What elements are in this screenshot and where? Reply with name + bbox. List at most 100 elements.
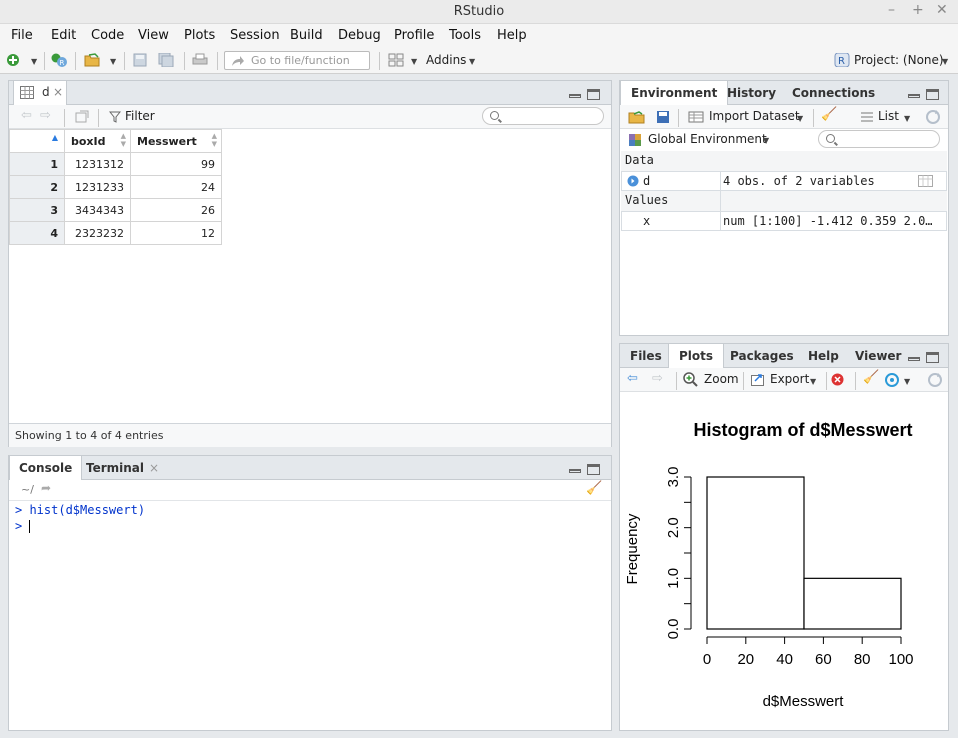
close-tab-icon[interactable]: ×	[149, 461, 159, 475]
maximize-button[interactable]: +	[912, 2, 924, 18]
close-tab-icon[interactable]: ×	[53, 85, 63, 99]
import-dataset-icon[interactable]	[688, 110, 704, 124]
remove-plot-icon[interactable]	[831, 373, 844, 386]
export-caret-icon[interactable]: ▼	[810, 377, 816, 386]
show-in-window-icon[interactable]	[75, 110, 89, 123]
menu-plots[interactable]: Plots	[184, 28, 215, 43]
env-row-x[interactable]: x num [1:100] -1.412 0.359 2.0…	[621, 211, 947, 231]
maximize-pane-icon[interactable]	[587, 464, 600, 475]
column-header-boxid[interactable]: boxId ▲ ▼	[64, 129, 131, 153]
minimize-pane-icon[interactable]	[569, 469, 581, 473]
table-cell[interactable]: 2323232	[64, 221, 131, 245]
forward-arrow-icon[interactable]: ⇨	[40, 108, 51, 123]
next-plot-icon[interactable]: ⇨	[652, 371, 663, 386]
menu-help[interactable]: Help	[497, 28, 527, 43]
previous-plot-icon[interactable]: ⇦	[627, 371, 638, 386]
new-file-caret-icon[interactable]: ▼	[31, 57, 37, 66]
open-file-caret-icon[interactable]: ▼	[110, 57, 116, 66]
refresh-icon[interactable]	[925, 109, 941, 125]
tab-console[interactable]: Console	[9, 456, 83, 481]
goto-file-input[interactable]: Go to file/function	[224, 51, 370, 70]
close-window-button[interactable]: ✕	[936, 2, 948, 18]
addins-button[interactable]: Addins	[426, 53, 466, 67]
minimize-pane-icon[interactable]	[908, 94, 920, 98]
tab-packages[interactable]: Packages	[720, 344, 804, 368]
column-header-messwert[interactable]: Messwert ▲ ▼	[130, 129, 222, 153]
new-project-icon[interactable]: R	[51, 53, 67, 67]
refresh-plot-icon[interactable]	[927, 372, 943, 388]
workspace-panes-caret-icon[interactable]: ▼	[411, 57, 417, 66]
minimize-pane-icon[interactable]	[569, 94, 581, 98]
addins-caret-icon[interactable]: ▼	[469, 57, 475, 66]
menu-debug[interactable]: Debug	[338, 28, 381, 43]
table-cell[interactable]: 26	[130, 198, 222, 222]
project-menu-button[interactable]: Project: (None)	[854, 53, 944, 67]
menu-file[interactable]: File	[11, 28, 33, 43]
minimize-pane-icon[interactable]	[908, 357, 920, 361]
view-data-icon[interactable]	[918, 175, 933, 187]
table-cell[interactable]: 1231233	[64, 175, 131, 199]
back-arrow-icon[interactable]: ⇦	[21, 108, 32, 123]
env-row-d[interactable]: d 4 obs. of 2 variables	[621, 171, 947, 191]
new-file-icon[interactable]	[6, 53, 22, 67]
table-cell[interactable]: 24	[130, 175, 222, 199]
filter-icon[interactable]	[109, 111, 121, 123]
tab-environment[interactable]: Environment	[620, 81, 729, 106]
save-workspace-icon[interactable]	[656, 110, 670, 124]
menu-profile[interactable]: Profile	[394, 28, 434, 43]
tab-data-d[interactable]: d ×	[13, 81, 67, 106]
environment-search-input[interactable]	[818, 130, 940, 148]
row-index-header[interactable]: ▲	[9, 129, 65, 153]
tab-files[interactable]: Files	[620, 344, 672, 368]
menu-code[interactable]: Code	[91, 28, 124, 43]
menu-build[interactable]: Build	[290, 28, 323, 43]
maximize-pane-icon[interactable]	[926, 352, 939, 363]
search-icon	[490, 111, 499, 120]
publish-caret-icon[interactable]: ▼	[904, 377, 910, 386]
scope-caret-icon[interactable]: ▼	[763, 136, 769, 145]
workspace-panes-icon[interactable]	[388, 53, 404, 67]
import-dataset-caret-icon[interactable]: ▼	[797, 114, 803, 123]
environment-scope-select[interactable]: Global Environment	[648, 132, 767, 146]
save-icon[interactable]	[132, 53, 148, 67]
view-mode-caret-icon[interactable]: ▼	[904, 114, 910, 123]
clear-plots-icon[interactable]: 🧹	[863, 370, 879, 385]
zoom-icon[interactable]	[683, 372, 698, 387]
tab-connections[interactable]: Connections	[782, 81, 885, 105]
print-icon[interactable]	[192, 53, 208, 67]
tab-help[interactable]: Help	[798, 344, 849, 368]
data-search-input[interactable]	[482, 107, 604, 125]
menu-tools[interactable]: Tools	[449, 28, 481, 43]
project-caret-icon[interactable]: ▼	[942, 57, 948, 66]
tab-plots[interactable]: Plots	[668, 344, 725, 369]
view-mode-button[interactable]: List	[878, 109, 899, 123]
tab-terminal[interactable]: Terminal ×	[78, 456, 167, 480]
tab-history[interactable]: History	[717, 81, 786, 105]
menu-edit[interactable]: Edit	[51, 28, 76, 43]
table-cell[interactable]: 99	[130, 152, 222, 176]
console-prompt-line[interactable]: >	[15, 519, 31, 533]
maximize-pane-icon[interactable]	[587, 89, 600, 100]
clear-environment-icon[interactable]: 🧹	[821, 107, 837, 122]
table-cell[interactable]: 12	[130, 221, 222, 245]
expand-object-icon[interactable]	[627, 175, 639, 187]
toolbar-separator	[75, 52, 76, 70]
clear-console-icon[interactable]: 🧹	[586, 481, 602, 496]
export-icon[interactable]	[751, 373, 767, 386]
filter-button[interactable]: Filter	[125, 109, 155, 123]
publish-icon[interactable]	[884, 373, 900, 387]
save-all-icon[interactable]	[158, 53, 174, 67]
tab-viewer[interactable]: Viewer	[845, 344, 911, 368]
export-button[interactable]: Export	[770, 372, 809, 386]
go-to-dir-icon[interactable]: ➦	[41, 481, 51, 495]
menu-view[interactable]: View	[138, 28, 169, 43]
table-cell[interactable]: 1231312	[64, 152, 131, 176]
menu-session[interactable]: Session	[230, 28, 280, 43]
maximize-pane-icon[interactable]	[926, 89, 939, 100]
minimize-button[interactable]: –	[888, 2, 895, 18]
import-dataset-button[interactable]: Import Dataset	[709, 109, 800, 123]
open-file-icon[interactable]	[84, 53, 100, 67]
table-cell[interactable]: 3434343	[64, 198, 131, 222]
zoom-button[interactable]: Zoom	[704, 372, 739, 386]
load-workspace-icon[interactable]	[628, 110, 646, 124]
